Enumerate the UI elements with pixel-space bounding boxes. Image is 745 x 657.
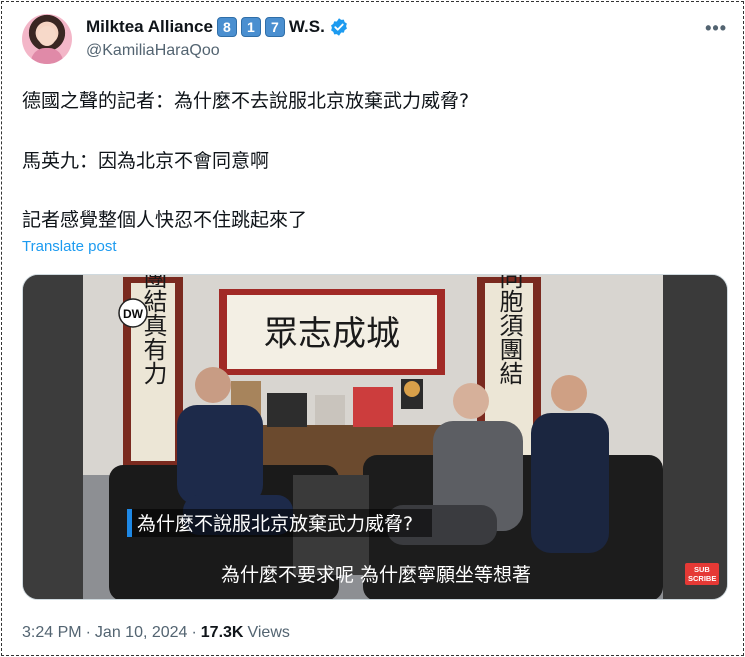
video-player[interactable]: 眾志成城 團結真有力 同胞須團結 DW 為什麼不說服北京放棄武力威脅? 為什麼不… bbox=[22, 274, 728, 600]
keycap-1-emoji: 1 bbox=[240, 17, 261, 37]
subscribe-badge[interactable]: SUB SCRIBE bbox=[685, 563, 719, 585]
author-display-name[interactable]: Milktea Alliance bbox=[86, 17, 213, 37]
translate-post-link[interactable]: Translate post bbox=[22, 238, 117, 255]
avatar[interactable] bbox=[22, 14, 72, 64]
subscribe-top-label: SUB bbox=[694, 565, 710, 574]
meta-separator: · bbox=[191, 624, 197, 641]
post-text-line-3: 記者感覺整個人快忍不住跳起來了 bbox=[22, 209, 308, 231]
keycap-7-emoji: 7 bbox=[264, 17, 285, 37]
video-frame: 眾志成城 團結真有力 同胞須團結 DW 為什麼不說服北京放棄武力威脅? 為什麼不… bbox=[23, 275, 727, 599]
avatar-body bbox=[31, 48, 63, 64]
calligraphy-left: 團結真有力 bbox=[139, 275, 167, 385]
post-meta: 3:24 PM · Jan 10, 2024 · 17.3K Views bbox=[22, 624, 290, 642]
calligraphy-top: 眾志成城 bbox=[264, 314, 400, 354]
subscribe-bottom-label: SCRIBE bbox=[688, 574, 716, 583]
meta-separator: · bbox=[85, 624, 91, 641]
subtitle-answer: 為什麼不要求呢 為什麼寧願坐等想著 bbox=[221, 564, 531, 586]
views-count[interactable]: 17.3K bbox=[201, 624, 244, 642]
dw-logo: DW bbox=[123, 307, 144, 321]
calligraphy-right: 同胞須團結 bbox=[495, 275, 523, 385]
keycap-8-emoji: 8 bbox=[216, 17, 237, 37]
more-options-icon[interactable]: ••• bbox=[705, 18, 727, 39]
post-date[interactable]: Jan 10, 2024 bbox=[95, 624, 188, 642]
views-label[interactable]: Views bbox=[247, 624, 289, 642]
avatar-face bbox=[38, 26, 56, 46]
verified-badge-icon[interactable] bbox=[329, 17, 349, 37]
subtitle-question: 為什麼不說服北京放棄武力威脅? bbox=[137, 513, 413, 535]
post-time[interactable]: 3:24 PM bbox=[22, 624, 82, 642]
author-handle[interactable]: @KamiliaHaraQoo bbox=[86, 42, 220, 60]
post-text-line-2: 馬英九：因為北京不會同意啊 bbox=[22, 150, 270, 172]
author-name-row[interactable]: Milktea Alliance 8 1 7 W.S. bbox=[86, 16, 349, 38]
post-text-line-1: 德國之聲的記者：為什麼不去說服北京放棄武力威脅? bbox=[22, 90, 470, 112]
author-name-suffix[interactable]: W.S. bbox=[289, 17, 325, 37]
